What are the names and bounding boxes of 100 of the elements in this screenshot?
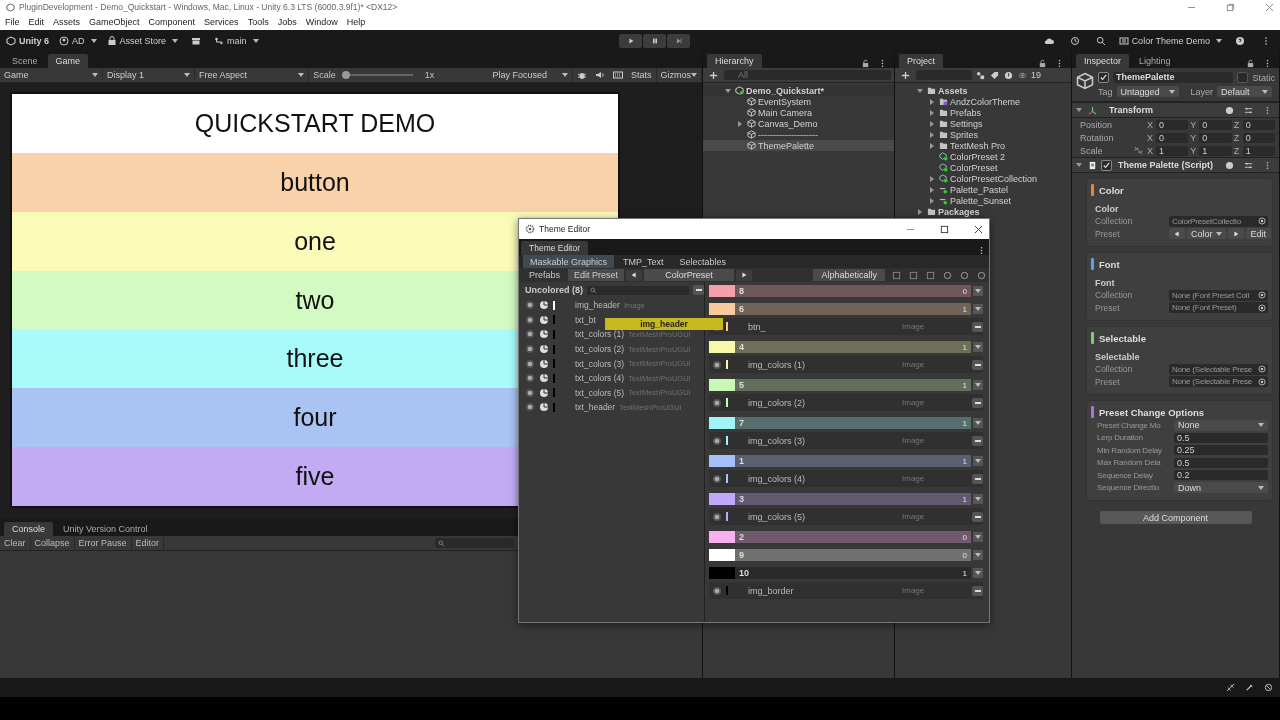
aspect-dropdown[interactable]: Free Aspect: [195, 68, 310, 82]
color-swatch[interactable]: [709, 417, 735, 429]
pick-icon[interactable]: [539, 373, 549, 384]
expand-arrow-icon[interactable]: [738, 120, 742, 127]
color-group-header[interactable]: 5 1: [735, 379, 971, 391]
object-name[interactable]: img_border: [748, 585, 898, 596]
color-swatch[interactable]: [709, 455, 735, 467]
console-tab[interactable]: Console: [4, 522, 54, 536]
object-name[interactable]: img_header: [575, 300, 620, 311]
number-field[interactable]: 0: [1199, 119, 1232, 130]
object-name[interactable]: txt_colors (1): [575, 329, 625, 340]
number-field[interactable]: 0: [1242, 119, 1275, 130]
remove-button[interactable]: [972, 511, 983, 522]
name-field[interactable]: ThemePalette: [1113, 72, 1234, 83]
asset-item[interactable]: ColorPreset 2: [895, 151, 1071, 162]
color-group-header[interactable]: 1 1: [735, 455, 971, 467]
category-tab[interactable]: Maskable Graphics: [523, 255, 615, 268]
previous-button[interactable]: [626, 269, 643, 281]
object-field[interactable]: None (Selectable Prese: [1169, 363, 1268, 375]
object-name[interactable]: txt_bt: [575, 314, 596, 325]
asset-item[interactable]: AndzColorTheme: [895, 96, 1071, 107]
number-field[interactable]: 0.2: [1174, 470, 1268, 481]
expand-arrow-icon[interactable]: [930, 98, 934, 105]
color-swatch[interactable]: [709, 531, 735, 543]
menu-item[interactable]: Jobs: [277, 17, 297, 27]
visibility-icon[interactable]: [525, 402, 535, 413]
object-name[interactable]: img_colors (1): [748, 359, 898, 370]
restore-icon[interactable]: [1226, 2, 1235, 12]
visibility-icon[interactable]: [712, 473, 722, 484]
gizmos-dropdown[interactable]: Gizmos: [656, 68, 702, 82]
dropdown-button[interactable]: [973, 456, 983, 466]
menu-item[interactable]: Edit: [28, 17, 45, 27]
visibility-icon[interactable]: [712, 585, 722, 596]
category-tab[interactable]: TMP_Text: [616, 255, 671, 268]
number-field[interactable]: 1: [1156, 145, 1189, 156]
project-dropdown[interactable]: Color Theme Demo: [1118, 36, 1222, 46]
scene-item[interactable]: Demo_Quickstart*: [703, 85, 894, 96]
sort-icon[interactable]: [892, 270, 901, 280]
network-icon[interactable]: [1226, 683, 1235, 692]
object-name[interactable]: img_colors (2): [748, 397, 898, 408]
keyboard-icon[interactable]: [613, 70, 623, 80]
dropdown-field[interactable]: None: [1174, 419, 1268, 431]
tag-icon[interactable]: [990, 70, 999, 80]
menu-item[interactable]: Tools: [247, 17, 269, 27]
dropdown-button[interactable]: [973, 532, 983, 542]
unity-account-button[interactable]: Unity 6: [6, 36, 49, 46]
view-mode-dropdown[interactable]: Game: [0, 68, 104, 82]
menu-item[interactable]: Services: [204, 17, 239, 27]
inspector-tab[interactable]: Inspector: [1076, 54, 1130, 68]
preset-field[interactable]: ColorPreset: [644, 269, 735, 281]
visibility-icon[interactable]: [712, 359, 722, 370]
object-item[interactable]: Main Camera: [703, 107, 894, 118]
object-name[interactable]: img_colors (3): [748, 435, 898, 446]
number-field[interactable]: 0: [1242, 132, 1275, 143]
maximize-icon[interactable]: [940, 224, 949, 234]
visibility-icon[interactable]: [525, 373, 535, 384]
pick-icon[interactable]: [539, 300, 549, 311]
visibility-icon[interactable]: [525, 329, 535, 340]
dropdown-field[interactable]: Down: [1174, 482, 1268, 494]
add-icon[interactable]: [709, 70, 718, 80]
lock-icon[interactable]: [1246, 59, 1255, 68]
object-item[interactable]: --------------------: [703, 129, 894, 140]
expand-arrow-icon[interactable]: [930, 186, 934, 193]
console-button[interactable]: Error Pause: [74, 536, 132, 550]
next-button[interactable]: [736, 269, 753, 281]
display-dropdown[interactable]: Display 1: [103, 68, 195, 82]
object-name[interactable]: txt_colors (2): [575, 344, 625, 355]
console-button[interactable]: Collapse: [30, 536, 75, 550]
remove-button[interactable]: [972, 473, 983, 484]
package-icon[interactable]: [191, 36, 202, 46]
asset-item[interactable]: Settings: [895, 118, 1071, 129]
color-swatch[interactable]: [709, 285, 735, 297]
speaker-icon[interactable]: [595, 70, 605, 80]
dropdown-button[interactable]: [973, 304, 983, 314]
expand-arrow-icon[interactable]: [725, 88, 731, 93]
remove-button[interactable]: [972, 585, 983, 596]
next-button[interactable]: [1227, 228, 1244, 240]
account-dropdown[interactable]: AD: [59, 36, 97, 46]
object-name[interactable]: txt_colors (4): [575, 373, 625, 384]
number-field[interactable]: 1: [1242, 145, 1275, 156]
color-swatch[interactable]: [709, 493, 735, 505]
asset-item[interactable]: TextMesh Pro: [895, 140, 1071, 151]
help-icon[interactable]: [1225, 160, 1234, 170]
remove-button[interactable]: [972, 321, 983, 332]
object-item[interactable]: EventSystem: [703, 96, 894, 107]
visibility-icon[interactable]: [525, 300, 535, 311]
folder-item[interactable]: Assets: [895, 85, 1071, 96]
search-icon[interactable]: [1095, 36, 1106, 46]
pick-icon[interactable]: [539, 402, 549, 413]
number-field[interactable]: 1: [1199, 145, 1232, 156]
color-group-header[interactable]: 8 0: [735, 285, 971, 297]
link-icon[interactable]: [1134, 146, 1143, 155]
branch-dropdown[interactable]: main: [214, 36, 259, 46]
visibility-icon[interactable]: [525, 344, 535, 355]
cloud-icon[interactable]: [1043, 36, 1054, 46]
dropdown-button[interactable]: [973, 550, 983, 560]
project-tab[interactable]: Project: [899, 54, 943, 68]
object-name[interactable]: img_colors (4): [748, 473, 898, 484]
color-swatch[interactable]: [709, 303, 735, 315]
preset-dropdown[interactable]: Color: [1187, 228, 1226, 240]
